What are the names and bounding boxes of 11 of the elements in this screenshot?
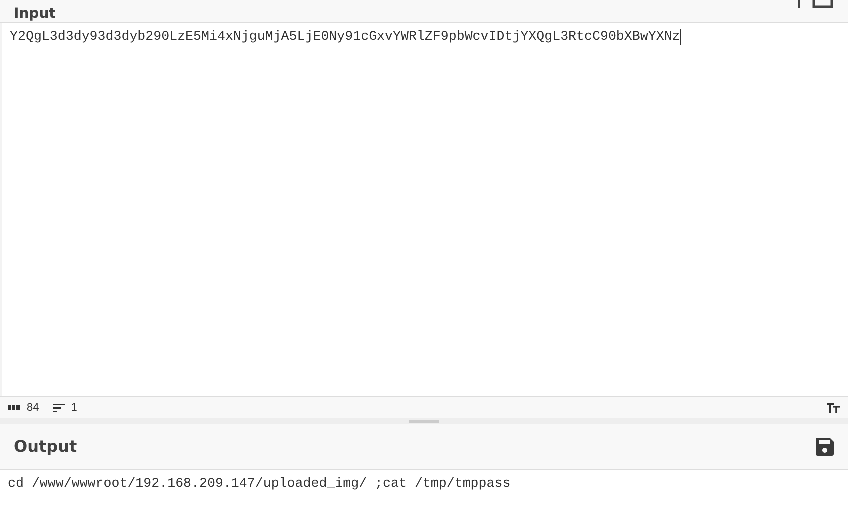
output-title: Output (14, 437, 78, 456)
lines-icon (53, 402, 66, 412)
resize-handle[interactable] (409, 420, 439, 422)
input-title: Input (14, 6, 56, 22)
window-icon[interactable] (812, 0, 834, 9)
lines-count: 1 (71, 402, 78, 414)
text-size-icon[interactable] (827, 402, 840, 412)
length-icon (8, 405, 21, 410)
save-icon[interactable] (816, 438, 834, 456)
length-count: 84 (27, 402, 40, 414)
output-text: cd /www/wwwroot/192.168.209.147/uploaded_img/ ;cat /tmp/tmppass (7, 475, 512, 493)
